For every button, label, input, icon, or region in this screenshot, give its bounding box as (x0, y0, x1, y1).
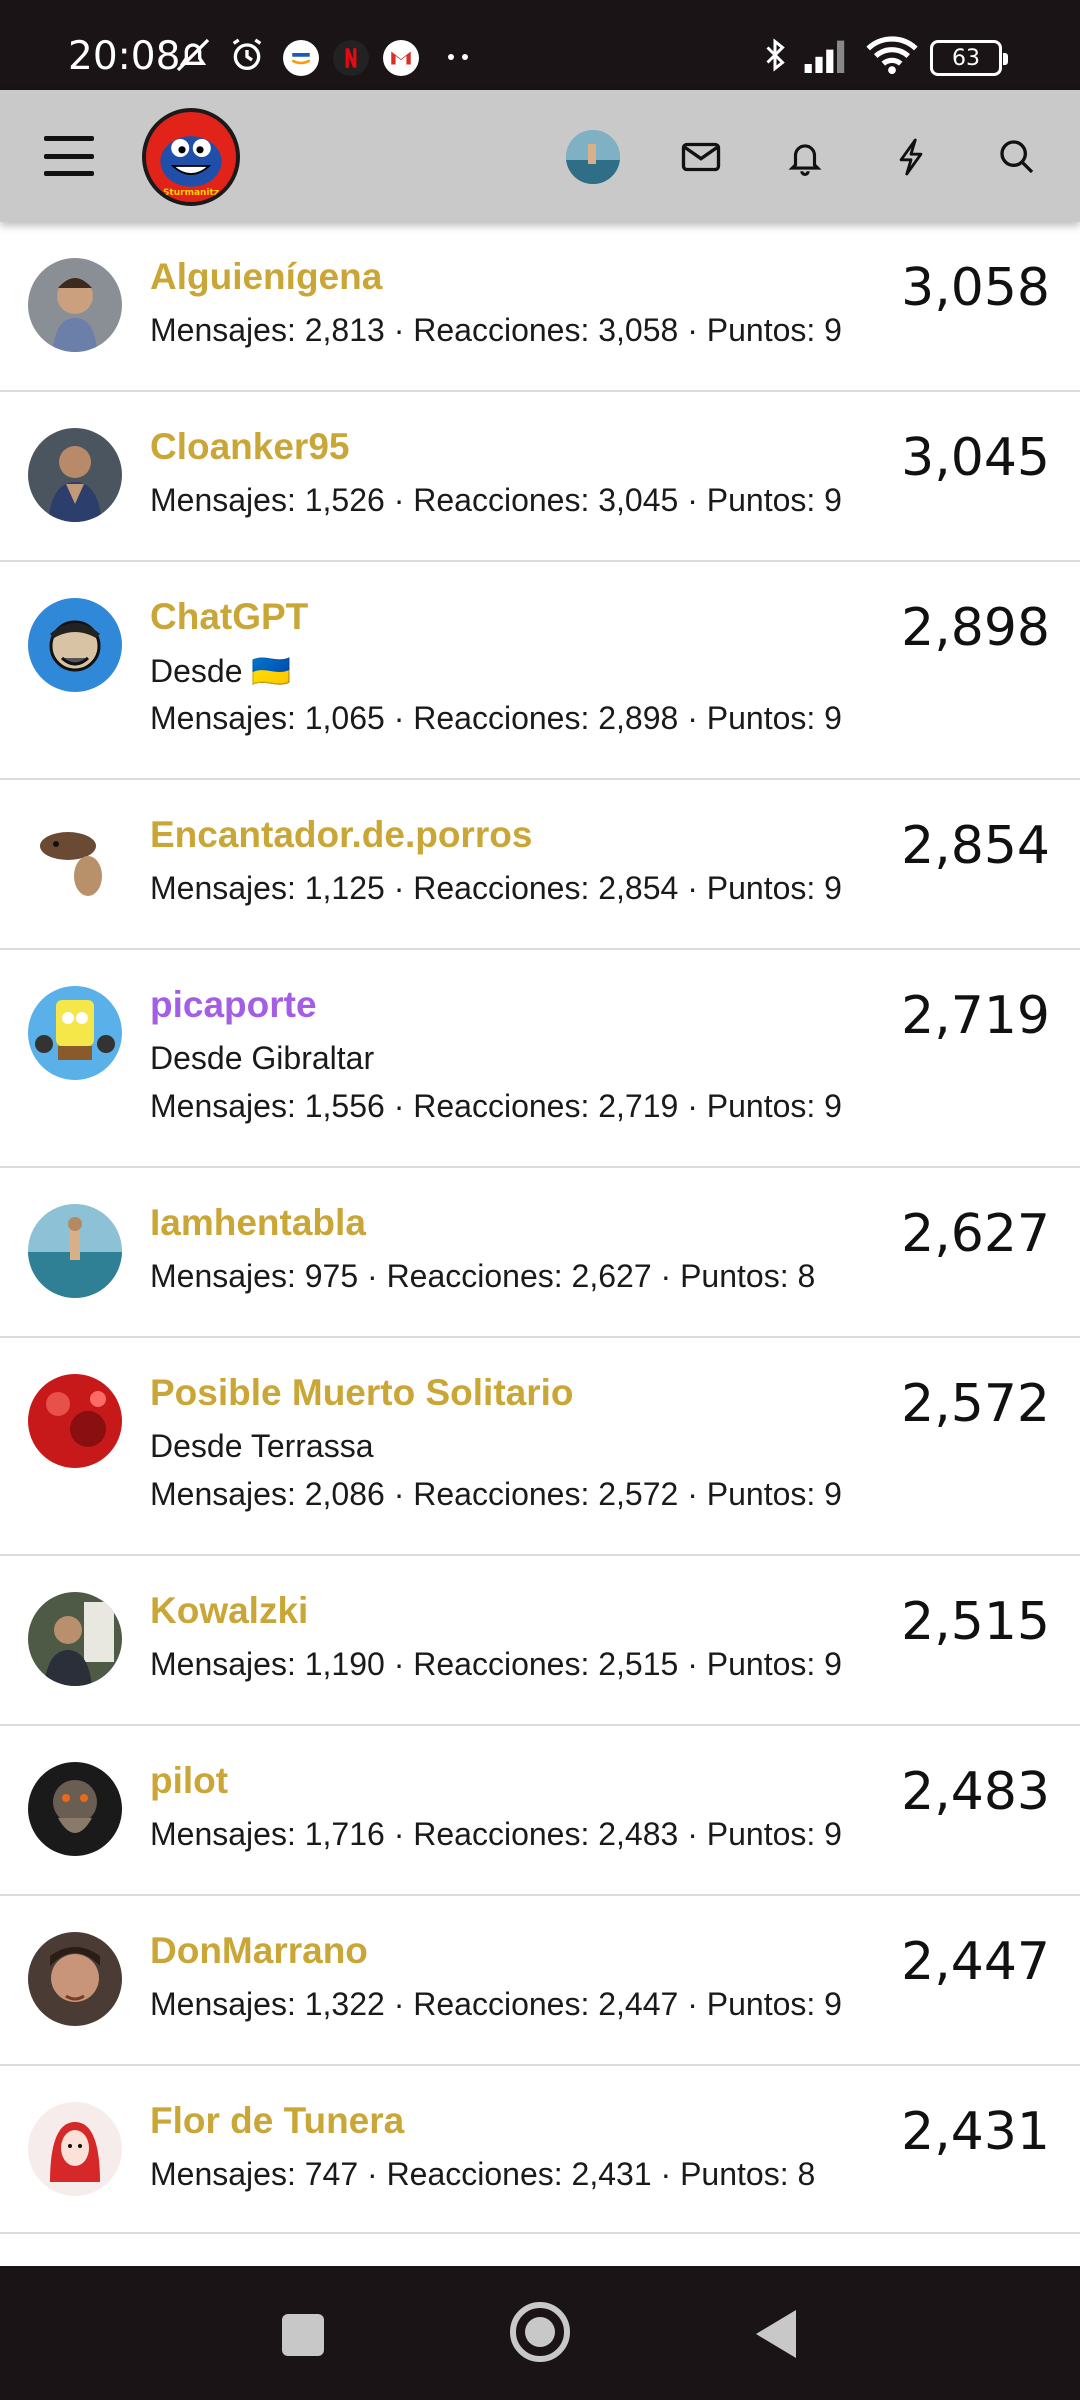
member-stats: Mensajes: 2,813 · Reacciones: 3,058 · Pu… (150, 312, 842, 348)
member-location: Desde 🇺🇦 (150, 653, 292, 689)
list-item[interactable]: DonMarrano Mensajes: 1,322 · Reacciones:… (0, 1896, 1080, 2066)
avatar[interactable] (28, 1374, 122, 1468)
username[interactable]: DonMarrano (150, 1930, 368, 1972)
list-item[interactable]: ChatGPT Desde 🇺🇦 Mensajes: 1,065 · Reacc… (0, 562, 1080, 780)
avatar[interactable] (28, 598, 122, 692)
menu-icon[interactable] (42, 130, 96, 182)
avatar[interactable] (28, 1762, 122, 1856)
member-stats: Mensajes: 1,125 · Reacciones: 2,854 · Pu… (150, 870, 842, 906)
reaction-score: 2,719 (901, 986, 1050, 1046)
username[interactable]: Posible Muerto Solitario (150, 1372, 574, 1414)
list-item[interactable]: Cloanker95 Mensajes: 1,526 · Reacciones:… (0, 392, 1080, 562)
member-stats: Mensajes: 1,716 · Reacciones: 2,483 · Pu… (150, 1816, 842, 1852)
avatar[interactable] (28, 1592, 122, 1686)
avatar[interactable] (28, 1932, 122, 2026)
site-logo[interactable]: Sturmanitz (142, 108, 240, 206)
reaction-score: 2,898 (901, 598, 1050, 658)
username[interactable]: Cloanker95 (150, 426, 350, 468)
member-stats: Mensajes: 1,190 · Reacciones: 2,515 · Pu… (150, 1646, 842, 1682)
signal-icon (800, 34, 856, 76)
mute-bell-icon (172, 34, 214, 76)
lightning-icon[interactable] (884, 130, 938, 184)
battery-icon: 63 (930, 40, 1008, 76)
list-item[interactable] (0, 2232, 1080, 2266)
list-item[interactable]: Kowalzki Mensajes: 1,190 · Reacciones: 2… (0, 1556, 1080, 1726)
username[interactable]: Kowalzki (150, 1590, 308, 1632)
avatar[interactable] (28, 816, 122, 910)
wifi-icon (864, 34, 920, 76)
list-item[interactable]: picaporte Desde Gibraltar Mensajes: 1,55… (0, 950, 1080, 1168)
mail-icon[interactable] (674, 130, 728, 184)
member-stats: Mensajes: 1,556 · Reacciones: 2,719 · Pu… (150, 1088, 842, 1124)
status-bar: 20:08 63 (0, 0, 1080, 90)
reaction-score: 3,045 (901, 428, 1050, 488)
username[interactable]: Encantador.de.porros (150, 814, 532, 856)
reaction-score: 2,483 (901, 1762, 1050, 1822)
netflix-app-icon (333, 40, 369, 76)
app-header: Sturmanitz (0, 90, 1080, 222)
back-icon[interactable] (756, 2310, 796, 2358)
list-item[interactable]: Posible Muerto Solitario Desde Terrassa … (0, 1338, 1080, 1556)
reaction-score: 2,431 (901, 2102, 1050, 2162)
reaction-score: 2,447 (901, 1932, 1050, 1992)
list-item[interactable]: Iamhentabla Mensajes: 975 · Reacciones: … (0, 1168, 1080, 1338)
username[interactable]: ChatGPT (150, 596, 308, 638)
amazon-app-icon (283, 40, 319, 76)
username[interactable]: picaporte (150, 984, 317, 1026)
member-stats: Mensajes: 2,086 · Reacciones: 2,572 · Pu… (150, 1476, 842, 1512)
svg-text:Sturmanitz: Sturmanitz (163, 188, 219, 198)
list-item[interactable]: Alguienígena Mensajes: 2,813 · Reaccione… (0, 222, 1080, 392)
reaction-score: 2,854 (901, 816, 1050, 876)
member-location: Desde Gibraltar (150, 1040, 375, 1076)
list-item[interactable]: pilot Mensajes: 1,716 · Reacciones: 2,48… (0, 1726, 1080, 1896)
username[interactable]: Iamhentabla (150, 1202, 366, 1244)
list-item[interactable]: Flor de Tunera Mensajes: 747 · Reaccione… (0, 2066, 1080, 2236)
avatar[interactable] (28, 428, 122, 522)
username[interactable]: Alguienígena (150, 256, 382, 298)
member-stats: Mensajes: 1,526 · Reacciones: 3,045 · Pu… (150, 482, 842, 518)
reaction-score: 3,058 (901, 258, 1050, 318)
gmail-app-icon (383, 40, 419, 76)
status-time: 20:08 (68, 34, 181, 79)
system-nav-bar (0, 2266, 1080, 2400)
member-list: Alguienígena Mensajes: 2,813 · Reaccione… (0, 222, 1080, 2236)
member-stats: Mensajes: 1,322 · Reacciones: 2,447 · Pu… (150, 1986, 842, 2022)
reaction-score: 2,572 (901, 1374, 1050, 1434)
username[interactable]: Flor de Tunera (150, 2100, 404, 2142)
member-stats: Mensajes: 747 · Reacciones: 2,431 · Punt… (150, 2156, 816, 2192)
member-stats: Mensajes: 975 · Reacciones: 2,627 · Punt… (150, 1258, 816, 1294)
home-icon[interactable] (510, 2302, 570, 2362)
avatar[interactable] (28, 2102, 122, 2196)
more-dots-icon (462, 54, 468, 60)
avatar[interactable] (28, 258, 122, 352)
username[interactable]: pilot (150, 1760, 228, 1802)
bluetooth-icon (754, 34, 796, 76)
avatar[interactable] (28, 1204, 122, 1298)
reaction-score: 2,627 (901, 1204, 1050, 1264)
list-item[interactable]: Encantador.de.porros Mensajes: 1,125 · R… (0, 780, 1080, 950)
member-stats: Mensajes: 1,065 · Reacciones: 2,898 · Pu… (150, 700, 842, 736)
alarm-icon (226, 34, 268, 76)
more-dots-icon (448, 54, 454, 60)
avatar[interactable] (28, 986, 122, 1080)
recents-icon[interactable] (282, 2314, 324, 2356)
user-avatar[interactable] (566, 130, 620, 184)
member-location: Desde Terrassa (150, 1428, 374, 1464)
reaction-score: 2,515 (901, 1592, 1050, 1652)
search-icon[interactable] (990, 130, 1044, 184)
bell-icon[interactable] (778, 130, 832, 184)
